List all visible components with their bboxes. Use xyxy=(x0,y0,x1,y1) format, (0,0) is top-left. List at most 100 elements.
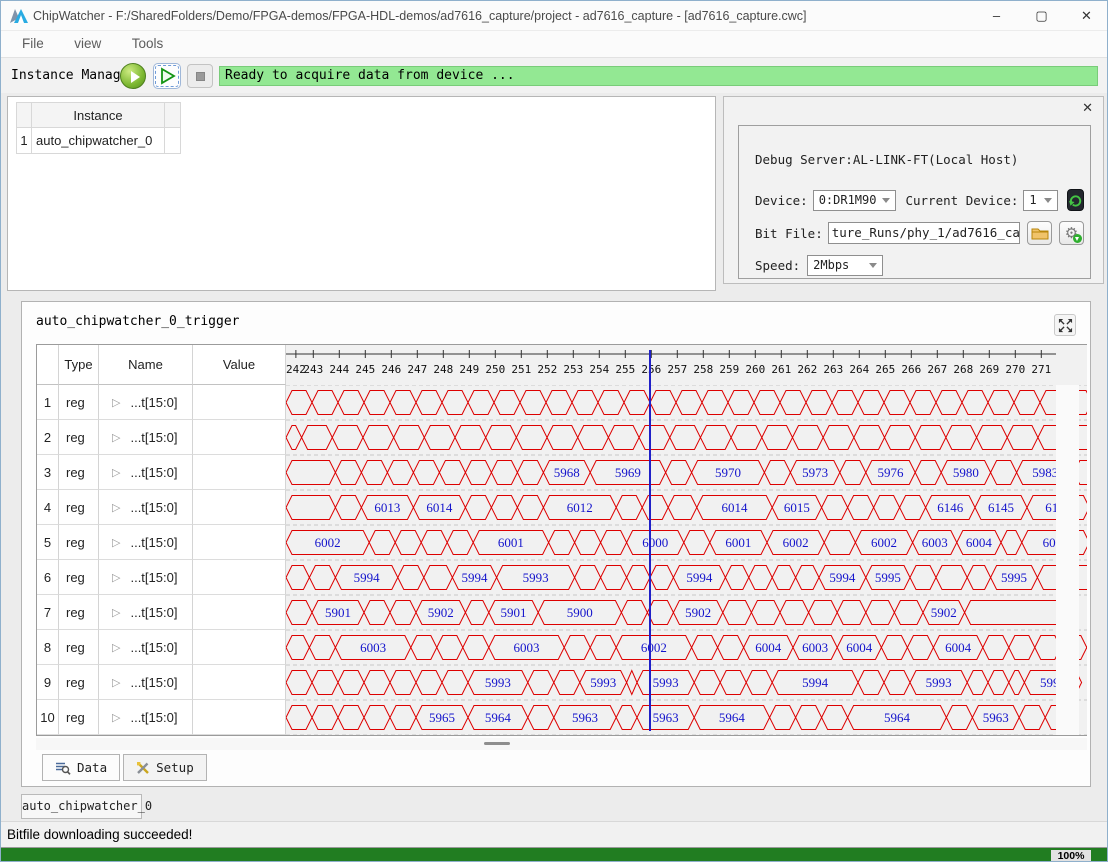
signal-row[interactable]: 8 reg ▷ ...t[15:0] xyxy=(37,630,286,665)
device-panel-close-icon[interactable]: ✕ xyxy=(1082,100,1093,116)
device-select[interactable]: 0:DR1M90 xyxy=(812,189,897,211)
wave-grid: Type Name Value 1 reg ▷ ...t[15:0] 2 reg ▷ ...t… xyxy=(36,344,1087,736)
signal-rows: 1 reg ▷ ...t[15:0] 2 reg ▷ ...t[15:0] 3 reg ▷ ...t[… xyxy=(37,385,286,735)
wave-area[interactable]: 242 243 244 245 246 247 248 249 250 251 252 253 254 2… xyxy=(286,345,1087,735)
start-capture-button[interactable] xyxy=(153,63,181,89)
signal-name-text: ...t[15:0] xyxy=(130,569,178,585)
signal-row[interactable]: 7 reg ▷ ...t[15:0] xyxy=(37,595,286,630)
svg-text:258: 258 xyxy=(693,363,713,376)
signal-name: ▷ ...t[15:0] xyxy=(99,490,193,525)
svg-text:6145: 6145 xyxy=(988,500,1014,515)
signal-name: ▷ ...t[15:0] xyxy=(99,455,193,490)
expander-icon[interactable]: ▷ xyxy=(112,431,120,444)
instance-row-name[interactable]: auto_chipwatcher_0 xyxy=(32,128,165,154)
signal-row[interactable]: 9 reg ▷ ...t[15:0] xyxy=(37,665,286,700)
svg-text:248: 248 xyxy=(433,363,453,376)
expand-fullscreen-button[interactable] xyxy=(1054,314,1076,336)
expander-icon[interactable]: ▷ xyxy=(112,536,120,549)
instance-manager-toolbar: Instance Manager: Ready to acquire data … xyxy=(1,57,1107,93)
expander-icon[interactable]: ▷ xyxy=(112,396,120,409)
maximize-button[interactable]: ▢ xyxy=(1019,1,1064,31)
svg-text:262: 262 xyxy=(797,363,817,376)
browse-bitfile-button[interactable] xyxy=(1027,221,1053,245)
svg-text:260: 260 xyxy=(745,363,765,376)
progress-bar: 100% xyxy=(1,847,1107,861)
svg-text:5902: 5902 xyxy=(685,605,711,620)
signal-row[interactable]: 3 reg ▷ ...t[15:0] xyxy=(37,455,286,490)
signal-header-value[interactable]: Value xyxy=(193,345,286,385)
expander-icon[interactable]: ▷ xyxy=(112,606,120,619)
svg-text:5901: 5901 xyxy=(325,605,351,620)
menu-file[interactable]: File xyxy=(9,31,57,57)
signal-row[interactable]: 4 reg ▷ ...t[15:0] xyxy=(37,490,286,525)
svg-text:5994: 5994 xyxy=(354,570,381,585)
play-outline-icon xyxy=(161,67,176,85)
menu-view[interactable]: view xyxy=(61,31,114,57)
waveform-panel: auto_chipwatcher_0_trigger Type Name Val… xyxy=(21,301,1091,787)
svg-text:6002: 6002 xyxy=(641,640,667,655)
close-button[interactable]: ✕ xyxy=(1064,1,1107,31)
minimize-button[interactable]: – xyxy=(974,1,1019,31)
signal-row[interactable]: 6 reg ▷ ...t[15:0] xyxy=(37,560,286,595)
signal-row[interactable]: 2 reg ▷ ...t[15:0] xyxy=(37,420,286,455)
signal-header-row: Type Name Value xyxy=(37,345,286,385)
signal-name-text: ...t[15:0] xyxy=(130,394,178,410)
chevron-down-icon xyxy=(1044,197,1052,203)
signal-type: reg xyxy=(59,595,99,630)
signal-name: ▷ ...t[15:0] xyxy=(99,700,193,735)
signal-index: 2 xyxy=(37,420,59,455)
chevron-down-icon xyxy=(882,197,891,203)
expander-icon[interactable]: ▷ xyxy=(112,571,120,584)
expander-icon[interactable]: ▷ xyxy=(112,641,120,654)
signal-row[interactable]: 5 reg ▷ ...t[15:0] xyxy=(37,525,286,560)
svg-text:5973: 5973 xyxy=(802,465,828,480)
signal-row[interactable]: 10 reg ▷ ...t[15:0] xyxy=(37,700,286,735)
expander-icon[interactable]: ▷ xyxy=(112,466,120,479)
time-cursor[interactable] xyxy=(649,350,651,731)
stop-button[interactable] xyxy=(187,64,213,88)
acquire-status-field: Ready to acquire data from device ... xyxy=(219,66,1098,86)
refresh-devices-button[interactable] xyxy=(1067,189,1084,211)
download-bitfile-button[interactable]: ⚙ xyxy=(1059,221,1084,245)
wave-bottom-tabs: Data Setup xyxy=(42,754,207,781)
expander-icon[interactable]: ▷ xyxy=(112,501,120,514)
tab-data[interactable]: Data xyxy=(42,754,121,781)
signal-name-text: ...t[15:0] xyxy=(130,674,178,690)
signal-row[interactable]: 1 reg ▷ ...t[15:0] xyxy=(37,385,286,420)
svg-text:264: 264 xyxy=(849,363,869,376)
signal-header-index xyxy=(37,345,59,385)
bit-file-input[interactable]: ture_Runs/phy_1/ad7616_capture.bit xyxy=(827,222,1021,244)
signal-header-type[interactable]: Type xyxy=(59,345,99,385)
instance-column-header[interactable]: Instance xyxy=(32,102,165,128)
timeline-ruler: 242243 244 245 246 247 248 249 250 251 252 253 254 2… xyxy=(286,350,1056,376)
svg-text:6000: 6000 xyxy=(642,535,668,550)
speed-select[interactable]: 2Mbps xyxy=(807,254,884,276)
tab-auto-chipwatcher-0[interactable]: auto_chipwatcher_0 xyxy=(21,794,152,819)
svg-text:5963: 5963 xyxy=(653,710,679,725)
expander-icon[interactable]: ▷ xyxy=(112,711,120,724)
run-button[interactable] xyxy=(120,63,146,89)
svg-text:265: 265 xyxy=(875,363,895,376)
titlebar: ChipWatcher - F:/SharedFolders/Demo/FPGA… xyxy=(1,1,1107,31)
signal-index: 5 xyxy=(37,525,59,560)
svg-text:5964: 5964 xyxy=(719,710,746,725)
tab-setup[interactable]: Setup xyxy=(123,754,207,781)
horizontal-scrollbar[interactable] xyxy=(36,738,1087,750)
signal-type: reg xyxy=(59,455,99,490)
svg-text:5995: 5995 xyxy=(1001,570,1027,585)
signal-header-name[interactable]: Name xyxy=(99,345,193,385)
current-device-select[interactable]: 1 xyxy=(1023,189,1058,211)
signal-table: Type Name Value 1 reg ▷ ...t[15:0] 2 reg ▷ ...t… xyxy=(37,345,286,735)
speed-label: Speed: xyxy=(755,257,801,273)
svg-text:6004: 6004 xyxy=(755,640,782,655)
signal-value xyxy=(193,560,286,595)
scrollbar-thumb[interactable] xyxy=(484,742,510,745)
expander-icon[interactable]: ▷ xyxy=(112,676,120,689)
menu-bar: File view Tools xyxy=(1,31,1107,57)
signal-index: 7 xyxy=(37,595,59,630)
signal-name: ▷ ...t[15:0] xyxy=(99,385,193,420)
svg-text:6002: 6002 xyxy=(871,535,897,550)
stop-icon xyxy=(196,72,205,81)
svg-text:6012: 6012 xyxy=(567,500,593,515)
menu-tools[interactable]: Tools xyxy=(119,31,177,57)
